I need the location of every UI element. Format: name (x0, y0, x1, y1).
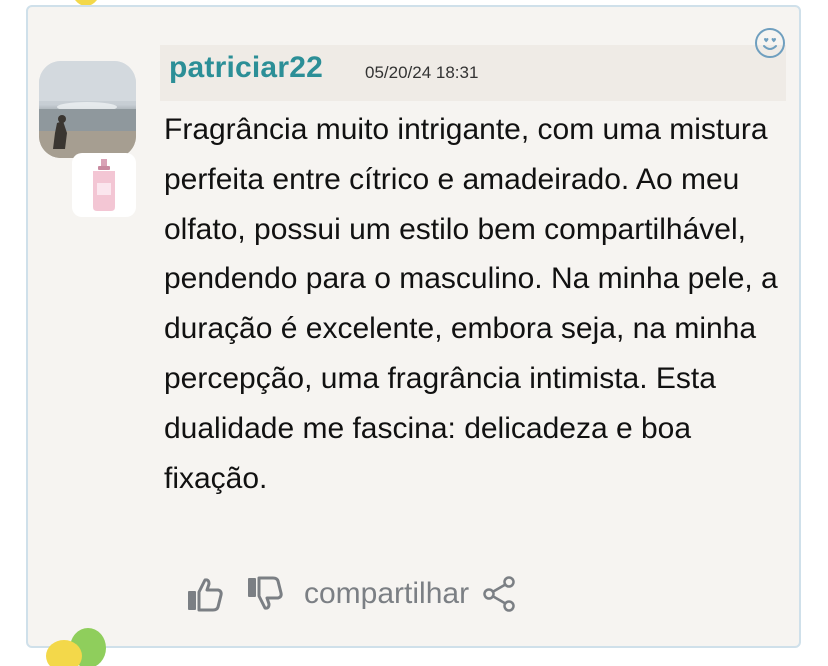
heart-eyes-smiley-icon[interactable] (754, 27, 786, 59)
share-button[interactable]: compartilhar (304, 575, 517, 613)
share-icon (483, 576, 515, 612)
thumbs-up-icon (188, 578, 223, 612)
balloon-decoration-bottom (46, 628, 106, 666)
like-button[interactable] (182, 571, 228, 617)
review-username[interactable]: patriciar22 (169, 51, 323, 85)
thumbs-down-icon (248, 576, 283, 610)
review-actions: compartilhar (182, 570, 517, 618)
share-label: compartilhar (304, 577, 470, 610)
review-timestamp: 05/20/24 18:31 (365, 63, 479, 82)
review-card: patriciar22 05/20/24 18:31 Fragrância mu… (26, 5, 801, 648)
perfume-thumbnail[interactable] (72, 153, 136, 217)
user-avatar[interactable] (39, 61, 136, 158)
dislike-button[interactable] (242, 571, 288, 617)
review-body: Fragrância muito intrigante, com uma mis… (164, 113, 778, 495)
